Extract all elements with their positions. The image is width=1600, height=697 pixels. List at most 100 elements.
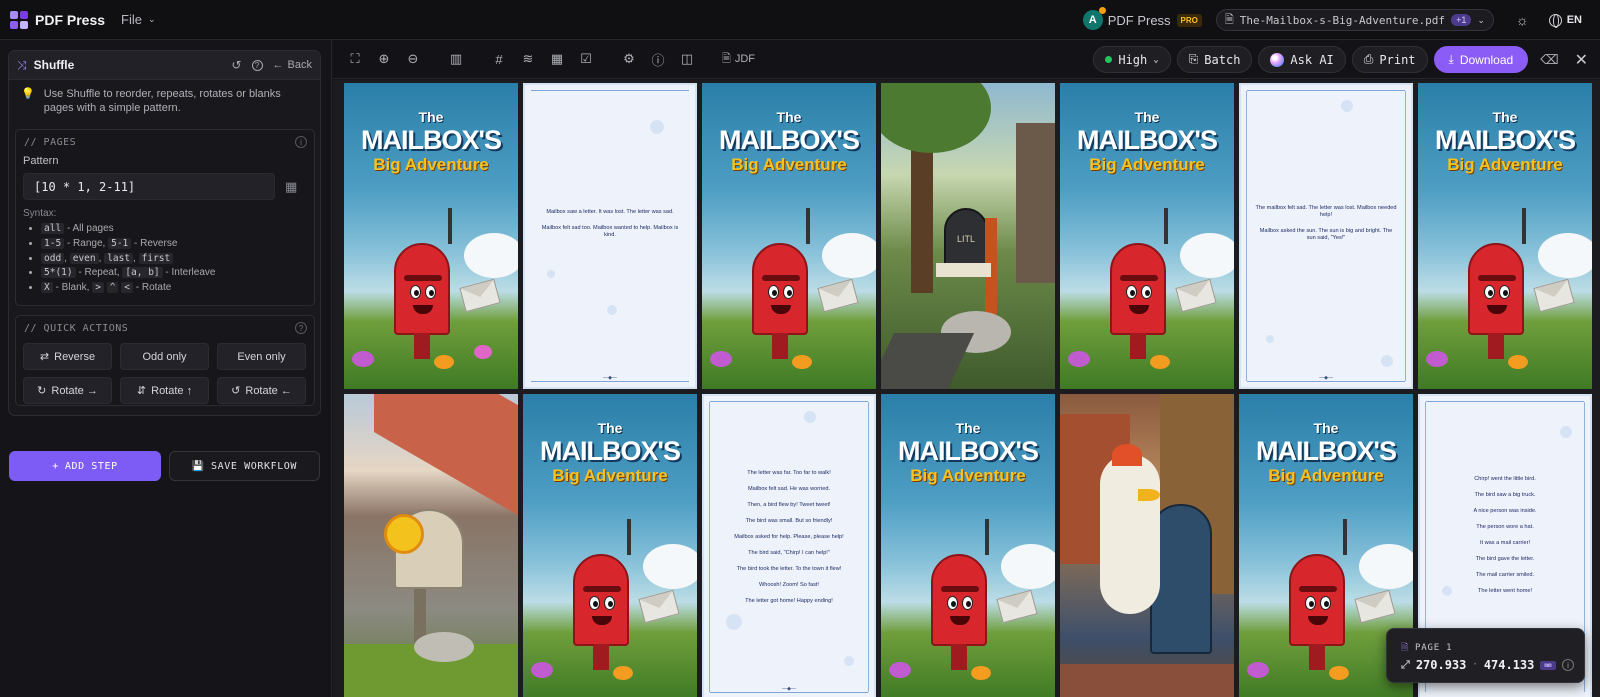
house-wall — [1016, 123, 1055, 283]
settings-gear-icon[interactable]: ⚙ — [622, 51, 636, 66]
text-line: A nice person was inside. — [1473, 508, 1537, 514]
info-icon[interactable]: ⓘ — [651, 52, 665, 68]
save-workflow-button[interactable]: 💾 SAVE WORKFLOW — [169, 451, 320, 481]
rotate-up-button[interactable]: ⇵ Rotate ↑ — [120, 377, 209, 404]
text-line: Mailbox felt sad. He was worried. — [747, 486, 831, 492]
table-grid-icon[interactable]: ▦ — [550, 51, 564, 66]
flower — [1426, 351, 1448, 367]
page-thumbnail-cover[interactable]: The MAILBOX'S Big Adventure — [1060, 83, 1234, 389]
pattern-presets-grid-icon[interactable]: ▦ — [285, 179, 297, 195]
brick-path — [1060, 664, 1234, 697]
text-line: The bird said, "Chirp! I can help!" — [748, 550, 830, 556]
file-menu[interactable]: File ⌄ — [121, 12, 156, 27]
mailbox-flag — [448, 208, 452, 244]
help-icon[interactable]: ? — [251, 59, 263, 71]
page-footer-mark: —◆— — [603, 375, 617, 381]
page-border — [1247, 381, 1405, 382]
rooster-beak — [1138, 489, 1160, 501]
rooster-comb — [1112, 444, 1142, 466]
fullscreen-icon[interactable]: ⛶ — [348, 51, 362, 66]
unit-badge[interactable]: mm — [1540, 660, 1556, 670]
pro-badge: PRO — [1176, 13, 1202, 27]
app-logo-icon — [10, 10, 28, 29]
page-thumbnail-text[interactable]: Mailbox saw a letter. It was lost. The l… — [523, 83, 697, 389]
page-border — [1426, 401, 1584, 402]
viewer-toolbar: ⛶ ⊕ ⊖ ▥ # ≋ ▦ ☑ ⚙ ⓘ ◫ 🗎 JDF High ⌄ ⎘ Batch … — [333, 40, 1600, 79]
page-border — [1247, 90, 1405, 91]
mailbox-character — [1468, 243, 1524, 335]
text-line: The mail carrier smiled. — [1475, 572, 1535, 578]
mailbox-flag — [627, 519, 631, 555]
layers-icon[interactable]: ≋ — [521, 51, 535, 66]
page-thumbnail-text[interactable]: The letter was far. Too far to walk! Mai… — [702, 394, 876, 697]
text-line: The letter was far. Too far to walk! — [747, 470, 831, 476]
tool-header: ⤨ Shuffle ↺ ? ← Back — [9, 51, 320, 80]
reset-icon[interactable]: ↺ — [231, 58, 241, 72]
cover-title-main: MAILBOX'S — [719, 125, 860, 155]
info-icon[interactable]: i — [295, 136, 307, 148]
pages-header: // PAGES — [24, 137, 77, 148]
page-thumbnail-illustration[interactable] — [1060, 394, 1234, 697]
sun-character — [384, 514, 424, 554]
page-numbers-hash-icon[interactable]: # — [492, 52, 506, 67]
page-thumbnail-cover[interactable]: The MAILBOX'S Big Adventure — [702, 83, 876, 389]
pattern-input[interactable]: [10 * 1, 2-11] — [23, 173, 275, 200]
batch-button[interactable]: ⎘ Batch — [1176, 46, 1253, 73]
syntax-code: 5*(1) — [41, 267, 76, 279]
page-thumbnail-text[interactable]: The mailbox felt sad. The letter was los… — [1239, 83, 1413, 389]
close-icon[interactable]: ✕ — [1575, 50, 1588, 70]
cover-title-sub: Big Adventure — [1447, 155, 1563, 174]
zoom-out-icon[interactable]: ⊖ — [406, 51, 420, 66]
rotate-left-button[interactable]: ↺ Rotate ← — [217, 377, 306, 404]
page-text: Chirp! went the little bird. The bird sa… — [1434, 476, 1576, 604]
page-thumbnail-illustration[interactable] — [344, 394, 518, 697]
checkbox-icon[interactable]: ☑ — [579, 51, 593, 66]
bubble-shape — [650, 120, 664, 134]
language-selector[interactable]: EN — [1548, 13, 1582, 28]
envelope-illustration — [1175, 278, 1217, 313]
quality-selector[interactable]: High ⌄ — [1093, 46, 1171, 73]
shuffle-tool-card: ⤨ Shuffle ↺ ? ← Back 💡 Use Shuffle to reo… — [8, 50, 321, 416]
zoom-in-icon[interactable]: ⊕ — [377, 51, 391, 66]
syntax-code: odd — [41, 252, 65, 264]
columns-icon[interactable]: ▥ — [449, 51, 463, 66]
page-thumbnail-cover[interactable]: The MAILBOX'S Big Adventure — [523, 394, 697, 697]
page-thumbnail-cover[interactable]: The MAILBOX'S Big Adventure — [881, 394, 1055, 697]
split-view-icon[interactable]: ◫ — [680, 51, 694, 66]
user-avatar[interactable]: A — [1082, 7, 1106, 30]
print-button[interactable]: ⎙ Print — [1351, 46, 1428, 73]
add-step-button[interactable]: + ADD STEP — [9, 451, 161, 481]
arrow-left-icon: ← — [272, 59, 284, 71]
info-icon[interactable]: i — [1562, 659, 1574, 671]
mailbox-black: LITL — [944, 208, 988, 268]
syntax-code: X — [41, 282, 53, 294]
help-icon[interactable]: ? — [295, 322, 307, 334]
even-only-button[interactable]: Even only — [217, 343, 306, 370]
theme-toggle-sun-icon[interactable]: ☼ — [1516, 12, 1529, 28]
mailbox-character — [752, 243, 808, 335]
syntax-code: all — [41, 223, 65, 234]
page-thumbnail-cover[interactable]: The MAILBOX'S Big Adventure — [1418, 83, 1592, 389]
back-button[interactable]: ← Back — [273, 59, 312, 71]
rotate-right-button[interactable]: ↻ Rotate → — [23, 377, 112, 404]
reverse-button[interactable]: ⇄ Reverse — [23, 343, 112, 370]
eraser-icon[interactable]: ⌫ — [1540, 52, 1558, 68]
jdf-button[interactable]: 🗎 JDF — [722, 50, 755, 69]
text-line: The bird saw a big truck. — [1474, 492, 1536, 498]
page-text: The mailbox felt sad. The letter was los… — [1255, 205, 1397, 251]
rotate-left-label: Rotate ← — [245, 384, 292, 397]
flower — [474, 345, 492, 359]
page-thumbnail-cover[interactable]: The MAILBOX'S Big Adventure — [344, 83, 518, 389]
text-line: The letter got home! Happy ending! — [745, 598, 833, 604]
file-selector[interactable]: 🗎 The-Mailbox-s-Big-Adventure.pdf +1 ⌄ — [1215, 9, 1494, 31]
page-footer-mark: —◆— — [1319, 375, 1333, 381]
odd-only-button[interactable]: Odd only — [120, 343, 209, 370]
page-thumbnail-illustration[interactable]: LITL — [881, 83, 1055, 389]
syntax-code: last — [104, 252, 134, 264]
ask-ai-button[interactable]: Ask AI — [1258, 46, 1346, 73]
mailbox-post — [414, 333, 430, 359]
chevron-down-icon: ⌄ — [148, 14, 156, 24]
mailbox-post — [1130, 333, 1146, 359]
download-button[interactable]: ⤓ Download — [1433, 46, 1529, 73]
lightbulb-icon: 💡 — [21, 88, 35, 100]
